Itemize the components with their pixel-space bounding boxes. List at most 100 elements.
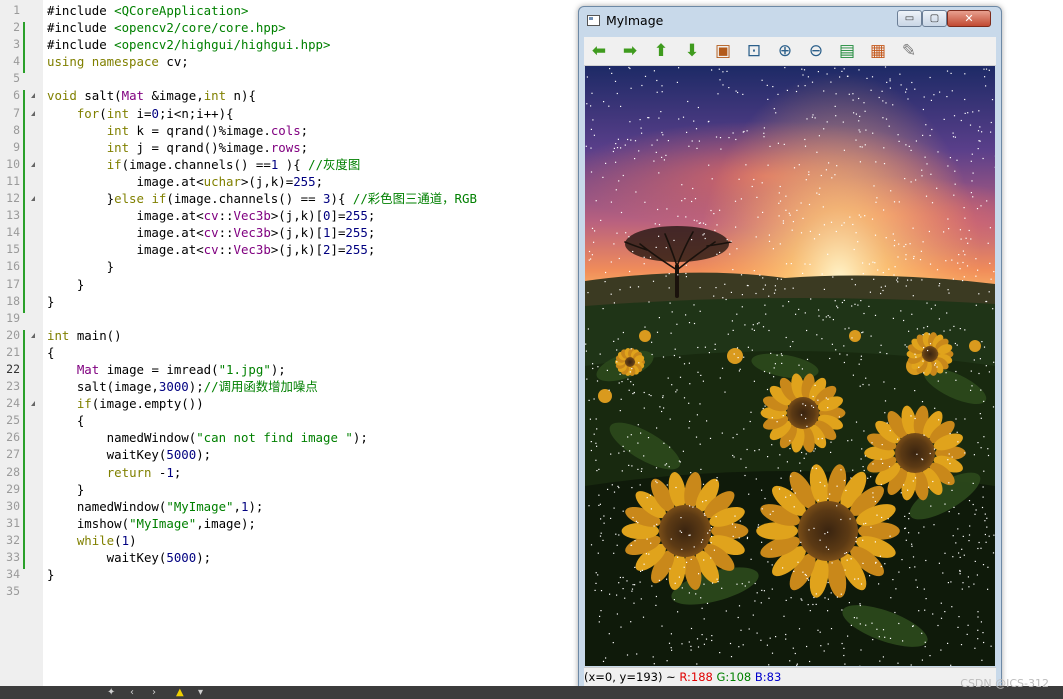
line-number: 31 xyxy=(6,515,20,530)
zoom-region-icon[interactable]: ⊡ xyxy=(742,40,766,62)
fold-toggle-icon[interactable] xyxy=(31,332,35,338)
code-text: while(1) xyxy=(76,532,137,548)
code-text: waitKey(5000); xyxy=(47,550,212,565)
code-text: waitKey(5000); xyxy=(47,447,212,463)
code-text: #include <QCoreApplication> xyxy=(47,3,249,18)
line-number: 30 xyxy=(6,498,20,513)
code-text: }else if(image.channels() == 3){ //彩色图三通… xyxy=(47,191,477,207)
pixel-coords: (x=0, y=193) ~ xyxy=(584,670,680,684)
code-text: image.at<cv::Vec3b>(j,k)[1]=255; xyxy=(47,225,376,241)
line-number: 34 xyxy=(6,567,20,582)
brush-icon[interactable]: ✎ xyxy=(897,40,921,62)
line-number: 1 xyxy=(13,3,20,17)
code-text: #include <opencv2/core/core.hpp> xyxy=(47,20,286,36)
line-number: 2 xyxy=(13,20,20,35)
line-number: 23 xyxy=(6,379,20,394)
red-value: R:188 xyxy=(679,670,713,684)
line-number: 16 xyxy=(6,259,20,274)
line-number: 29 xyxy=(6,481,20,496)
line-number: 19 xyxy=(6,310,20,325)
line-number: 5 xyxy=(13,71,20,86)
line-number: 15 xyxy=(6,242,20,257)
arrow-right-icon[interactable]: ➡ xyxy=(618,40,642,62)
line-number: 35 xyxy=(6,584,20,599)
fold-toggle-icon[interactable] xyxy=(31,110,35,116)
line-number: 27 xyxy=(6,447,20,462)
dropdown-icon[interactable]: ▾ xyxy=(198,687,203,699)
clipboard-icon[interactable]: ▦ xyxy=(866,40,890,62)
code-text: image.at<uchar>(j,k)=255; xyxy=(47,173,324,189)
window-title: MyImage xyxy=(606,13,664,28)
line-number: 8 xyxy=(13,122,20,137)
code-text: imshow("MyImage",image); xyxy=(47,515,256,531)
code-text: return -1; xyxy=(106,464,182,480)
line-number: 14 xyxy=(6,225,20,240)
myimage-window[interactable]: MyImage ▭ ▢ ✕ ⬅ ➡ ⬆ ⬇ ▣ ⊡ ⊕ ⊖ ▤ ▦ ✎ (x=0… xyxy=(578,6,1002,690)
sunflower-image xyxy=(585,66,995,666)
code-text: { xyxy=(47,413,85,429)
image-icon[interactable]: ▣ xyxy=(711,40,735,62)
code-text: if(image.channels() ==1 ){ //灰度图 xyxy=(106,156,361,172)
arrow-left-icon[interactable]: ⬅ xyxy=(587,40,611,62)
code-text: for(int i=0;i<n;i++){ xyxy=(76,105,234,121)
code-text: Mat image = imread("1.jpg"); xyxy=(76,361,286,377)
minimize-button[interactable]: ▭ xyxy=(897,10,922,27)
line-number: 32 xyxy=(6,532,20,547)
arrow-up-icon[interactable]: ⬆ xyxy=(649,40,673,62)
close-button[interactable]: ✕ xyxy=(947,10,991,27)
maximize-button[interactable]: ▢ xyxy=(922,10,947,27)
line-number: 3 xyxy=(13,37,20,52)
code-text: { xyxy=(47,344,55,360)
watermark: CSDN @ICS-312 xyxy=(960,677,1049,690)
code-text: if(image.empty()) xyxy=(76,396,204,412)
forward-icon[interactable]: › xyxy=(152,687,156,699)
zoom-in-icon[interactable]: ⊕ xyxy=(773,40,797,62)
line-number: 7 xyxy=(13,105,20,120)
code-text: } xyxy=(47,276,85,292)
line-number: 24 xyxy=(6,396,20,411)
code-text: using namespace cv; xyxy=(47,54,189,70)
code-text: int main() xyxy=(47,327,122,343)
code-text: int k = qrand()%image.cols; xyxy=(106,122,309,138)
code-text: } xyxy=(47,481,85,497)
line-number: 11 xyxy=(6,173,20,188)
line-number: 33 xyxy=(6,550,20,564)
line-number: 17 xyxy=(6,276,20,291)
line-number: 22 xyxy=(6,361,20,376)
window-app-icon xyxy=(587,15,600,26)
image-status-bar: (x=0, y=193) ~ R:188 G:108 B:83 xyxy=(584,667,996,688)
code-text: namedWindow("MyImage",1); xyxy=(47,498,264,514)
fold-toggle-icon[interactable] xyxy=(31,93,35,99)
zoom-out-icon[interactable]: ⊖ xyxy=(804,40,828,62)
code-text: image.at<cv::Vec3b>(j,k)[0]=255; xyxy=(47,208,376,224)
fold-toggle-icon[interactable] xyxy=(31,161,35,167)
code-text: void salt(Mat &image,int n){ xyxy=(47,88,256,104)
warning-icon[interactable]: ▲ xyxy=(176,687,184,699)
fold-toggle-icon[interactable] xyxy=(31,401,35,407)
line-number: 26 xyxy=(6,430,20,445)
line-number: 6 xyxy=(13,88,20,103)
blue-value: B:83 xyxy=(754,670,782,684)
code-text: } xyxy=(47,259,115,275)
back-icon[interactable]: ‹ xyxy=(130,687,134,699)
line-number: 21 xyxy=(6,344,20,359)
line-number: 10 xyxy=(6,156,20,171)
line-number: 13 xyxy=(6,208,20,223)
code-text: int j = qrand()%image.rows; xyxy=(106,139,309,155)
line-number: 4 xyxy=(13,54,20,69)
ide-status-bar: ✦ ‹ › ▲ ▾ xyxy=(0,686,1063,699)
image-toolbar: ⬅ ➡ ⬆ ⬇ ▣ ⊡ ⊕ ⊖ ▤ ▦ ✎ xyxy=(584,37,996,66)
window-titlebar[interactable]: MyImage ▭ ▢ ✕ xyxy=(579,7,1001,35)
save-icon[interactable]: ▤ xyxy=(835,40,859,62)
code-text: image.at<cv::Vec3b>(j,k)[2]=255; xyxy=(47,242,376,258)
green-value: G:108 xyxy=(716,670,752,684)
code-text: namedWindow("can not find image "); xyxy=(47,430,368,446)
line-number: 25 xyxy=(6,413,20,428)
arrow-down-icon[interactable]: ⬇ xyxy=(680,40,704,62)
line-number: 18 xyxy=(6,293,20,308)
fold-toggle-icon[interactable] xyxy=(31,196,35,202)
code-text: } xyxy=(47,293,55,309)
image-canvas[interactable] xyxy=(585,66,995,666)
pin-icon[interactable]: ✦ xyxy=(107,687,115,699)
code-text: salt(image,3000);//调用函数增加噪点 xyxy=(47,379,318,395)
